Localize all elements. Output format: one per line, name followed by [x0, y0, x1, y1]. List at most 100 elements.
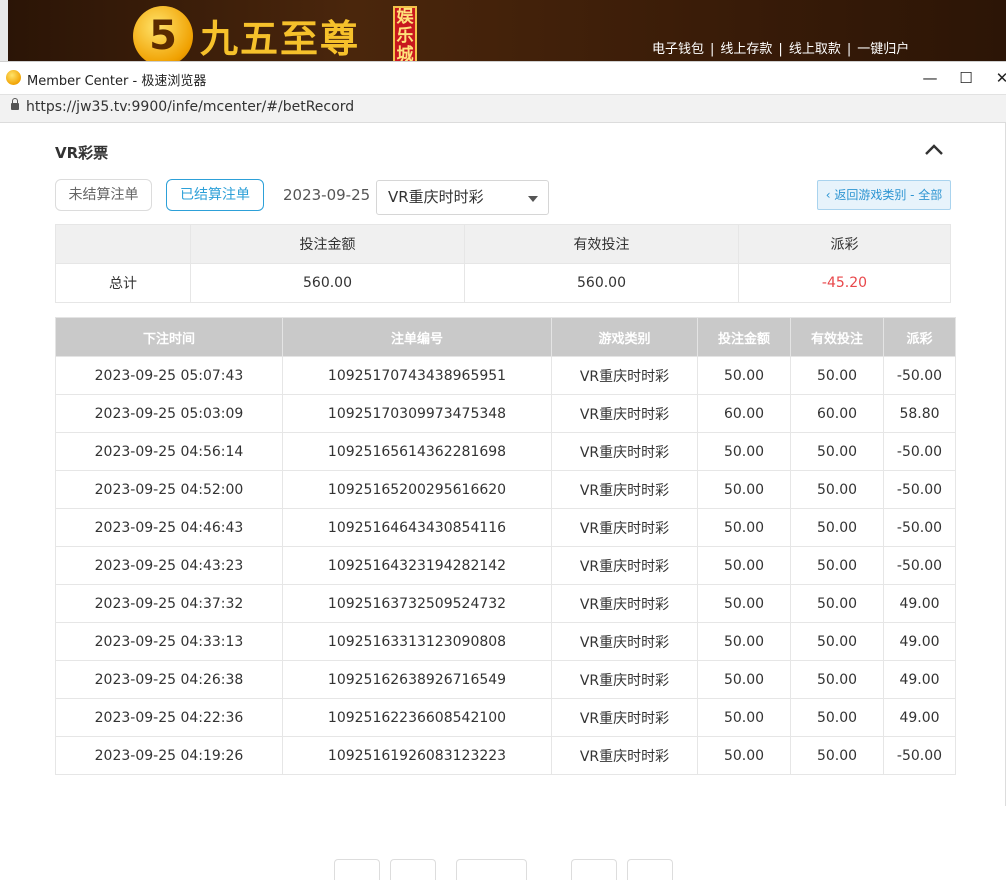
col-header-game: 游戏类别 — [551, 317, 698, 357]
table-row: 2023-09-25 04:56:14 10925165614362281698 V… — [55, 432, 956, 471]
cell-valid-bet: 50.00 — [790, 660, 884, 699]
cell-payout: -50.00 — [883, 432, 956, 471]
cell-game: VR重庆时时彩 — [551, 584, 698, 623]
pager-page-input[interactable] — [456, 859, 527, 880]
cell-bet-time: 2023-09-25 04:52:00 — [55, 470, 283, 509]
cell-game: VR重庆时时彩 — [551, 394, 698, 433]
summary-row-label: 总计 — [55, 263, 191, 303]
chevron-down-icon — [528, 196, 538, 202]
table-row: 2023-09-25 04:46:43 10925164643430854116 V… — [55, 508, 956, 547]
pager-next-button[interactable] — [571, 859, 617, 880]
cell-payout: -50.00 — [883, 356, 956, 395]
bet-record-page: VR彩票 未结算注单 已结算注单 2023-09-25 VR重庆时时彩 ‹ 返回… — [0, 123, 1006, 880]
logo-badge: 娱乐城 — [393, 6, 417, 62]
cell-bet-amount: 50.00 — [697, 736, 791, 775]
cell-bet-time: 2023-09-25 05:03:09 — [55, 394, 283, 433]
col-header-id: 注单编号 — [282, 317, 552, 357]
bet-records-table: 下注时间 注单编号 游戏类别 投注金额 有效投注 派彩 2023-09-25 0… — [55, 317, 956, 775]
cell-payout: 49.00 — [883, 622, 956, 661]
summary-header-cell — [55, 224, 191, 264]
cell-payout: -50.00 — [883, 508, 956, 547]
cell-valid-bet: 50.00 — [790, 470, 884, 509]
cell-bet-id: 10925170309973475348 — [282, 394, 552, 433]
window-titlebar: Member Center - 极速浏览器 — ☐ ✕ — [0, 62, 1006, 94]
lock-icon — [11, 98, 19, 110]
cell-game: VR重庆时时彩 — [551, 432, 698, 471]
cell-payout: -50.00 — [883, 736, 956, 775]
cell-bet-time: 2023-09-25 04:33:13 — [55, 622, 283, 661]
cell-valid-bet: 50.00 — [790, 698, 884, 737]
browser-app-icon — [6, 70, 21, 85]
cell-bet-amount: 50.00 — [697, 622, 791, 661]
cell-valid-bet: 50.00 — [790, 432, 884, 471]
cell-bet-amount: 50.00 — [697, 508, 791, 547]
table-row: 2023-09-25 04:33:13 10925163313123090808 V… — [55, 622, 956, 661]
cell-payout: 58.80 — [883, 394, 956, 433]
cell-bet-id: 10925164643430854116 — [282, 508, 552, 547]
cell-bet-id: 10925163313123090808 — [282, 622, 552, 661]
cell-payout: -50.00 — [883, 470, 956, 509]
cell-bet-id: 10925165200295616620 — [282, 470, 552, 509]
col-header-payout: 派彩 — [883, 317, 956, 357]
pager-prev-button[interactable] — [390, 859, 436, 880]
cell-bet-id: 10925165614362281698 — [282, 432, 552, 471]
nav-deposit-link[interactable]: 线上存款 — [720, 42, 772, 57]
nav-wallet-link[interactable]: 电子钱包 — [652, 42, 704, 57]
logo-emblem: 5 — [133, 6, 193, 62]
nav-withdraw-link[interactable]: 线上取款 — [789, 42, 841, 57]
table-row: 2023-09-25 05:07:43 10925170743438965951 V… — [55, 356, 956, 395]
table-row: 2023-09-25 04:26:38 10925162638926716549 V… — [55, 660, 956, 699]
tab-settled[interactable]: 已结算注单 — [166, 179, 264, 211]
cell-bet-id: 10925162236608542100 — [282, 698, 552, 737]
col-header-time: 下注时间 — [55, 317, 283, 357]
cell-game: VR重庆时时彩 — [551, 508, 698, 547]
maximize-button[interactable]: ☐ — [951, 66, 981, 90]
chevron-up-icon[interactable] — [923, 141, 945, 157]
window-title: Member Center - 极速浏览器 — [27, 74, 207, 89]
cell-bet-time: 2023-09-25 04:26:38 — [55, 660, 283, 699]
nav-consolidate-link[interactable]: 一键归户 — [857, 42, 909, 57]
cell-bet-time: 2023-09-25 05:07:43 — [55, 356, 283, 395]
close-button[interactable]: ✕ — [987, 66, 1006, 90]
pager-last-button[interactable] — [627, 859, 673, 880]
table-row: 2023-09-25 04:22:36 10925162236608542100 V… — [55, 698, 956, 737]
cell-bet-time: 2023-09-25 04:37:32 — [55, 584, 283, 623]
summary-valid-bet: 560.00 — [464, 263, 739, 303]
minimize-button[interactable]: — — [915, 66, 945, 90]
member-center-window: Member Center - 极速浏览器 — ☐ ✕ https://jw35… — [0, 61, 1006, 880]
cell-bet-id: 10925163732509524732 — [282, 584, 552, 623]
tab-unsettled[interactable]: 未结算注单 — [55, 179, 152, 211]
summary-table: 投注金额 有效投注 派彩 总计 560.00 560.00 -45.20 — [55, 224, 951, 303]
summary-header-row: 投注金额 有效投注 派彩 — [55, 224, 951, 264]
date-filter[interactable]: 2023-09-25 — [283, 186, 370, 204]
top-nav: 电子钱包 | 线上存款 | 线上取款 | 一键归户 — [652, 38, 909, 57]
cell-game: VR重庆时时彩 — [551, 622, 698, 661]
cell-game: VR重庆时时彩 — [551, 546, 698, 585]
summary-header-cell: 派彩 — [738, 224, 951, 264]
summary-total-row: 总计 560.00 560.00 -45.20 — [55, 263, 951, 303]
summary-header-cell: 投注金额 — [190, 224, 465, 264]
cell-bet-amount: 50.00 — [697, 584, 791, 623]
nav-separator: | — [710, 42, 715, 57]
game-select[interactable]: VR重庆时时彩 — [376, 180, 549, 215]
table-row: 2023-09-25 04:43:23 10925164323194282142 V… — [55, 546, 956, 585]
cell-bet-time: 2023-09-25 04:22:36 — [55, 698, 283, 737]
table-row: 2023-09-25 04:37:32 10925163732509524732 V… — [55, 584, 956, 623]
logo-text: 九五至尊 — [200, 16, 361, 61]
cell-valid-bet: 60.00 — [790, 394, 884, 433]
cell-valid-bet: 50.00 — [790, 356, 884, 395]
pager-first-button[interactable] — [334, 859, 380, 880]
col-header-bet: 投注金额 — [697, 317, 791, 357]
col-header-valid: 有效投注 — [790, 317, 884, 357]
banner-edge — [0, 0, 8, 62]
cell-bet-amount: 50.00 — [697, 470, 791, 509]
address-bar[interactable]: https://jw35.tv:9900/infe/mcenter/#/betR… — [0, 94, 1006, 123]
summary-payout: -45.20 — [738, 263, 951, 303]
cell-bet-amount: 50.00 — [697, 432, 791, 471]
cell-game: VR重庆时时彩 — [551, 660, 698, 699]
url-text[interactable]: https://jw35.tv:9900/infe/mcenter/#/betR… — [26, 99, 354, 115]
cell-valid-bet: 50.00 — [790, 736, 884, 775]
cell-bet-amount: 50.00 — [697, 546, 791, 585]
back-to-categories-button[interactable]: ‹ 返回游戏类别 - 全部 — [817, 180, 951, 210]
cell-bet-time: 2023-09-25 04:46:43 — [55, 508, 283, 547]
